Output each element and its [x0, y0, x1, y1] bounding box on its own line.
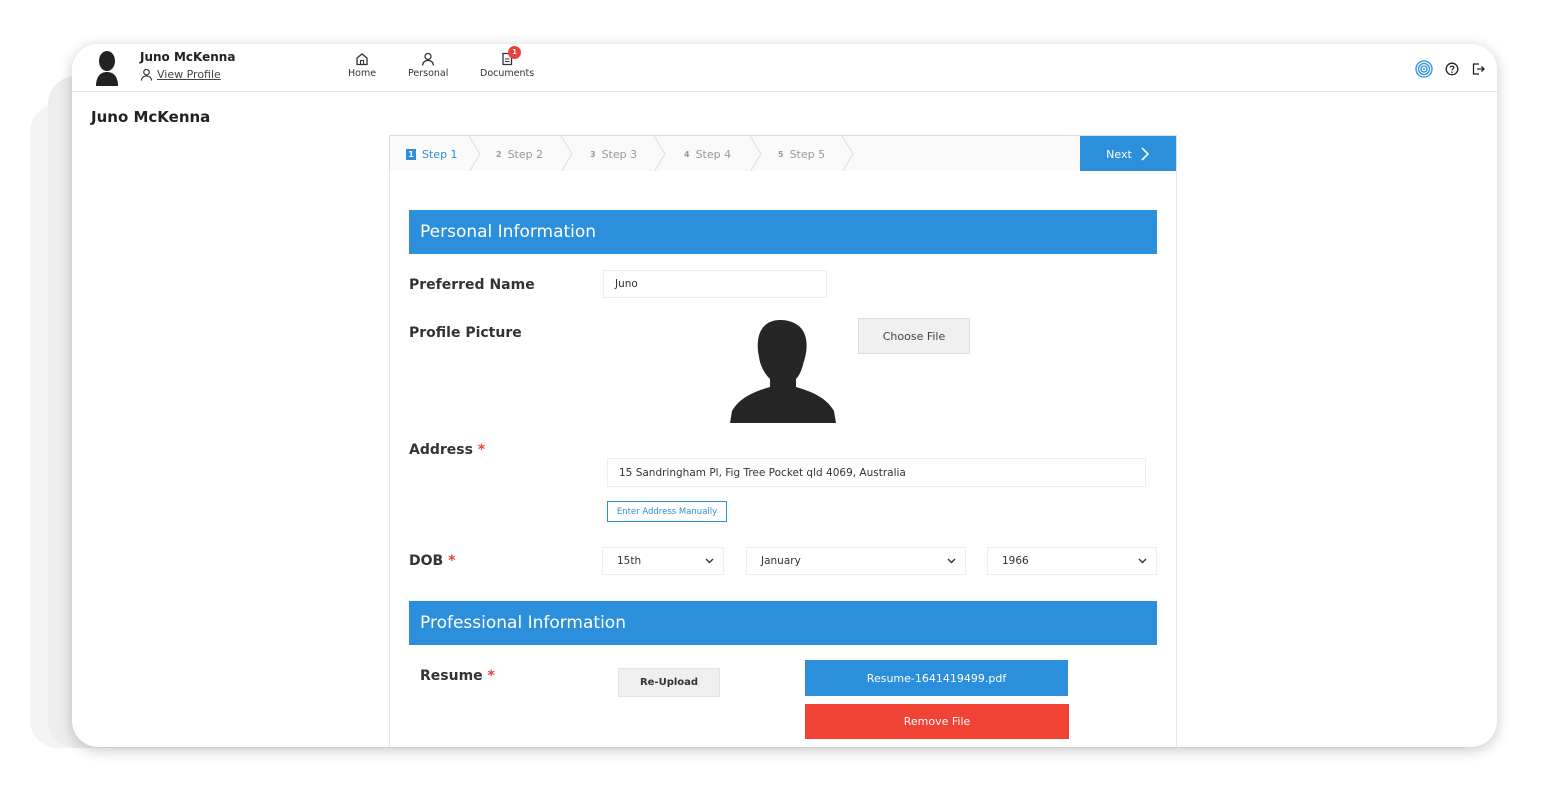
required-marker: *	[448, 553, 456, 569]
nav-home[interactable]: Home	[348, 52, 376, 79]
step-progress-bar: 1 Step 1 2 Step 2 3 Step 3 4 Step 4 5 St…	[389, 135, 1177, 173]
dob-year-value: 1966	[1002, 555, 1029, 567]
step-5-label: Step 5	[789, 147, 826, 161]
help-icon[interactable]	[1445, 62, 1459, 76]
top-right-icons	[1415, 60, 1485, 78]
fingerprint-icon[interactable]	[1415, 60, 1433, 78]
nav-documents-label: Documents	[480, 68, 535, 79]
app-window: Juno McKenna View Profile Home Personal	[72, 44, 1497, 747]
nav-home-label: Home	[348, 68, 377, 79]
top-navigation-bar: Juno McKenna View Profile Home Personal	[72, 44, 1497, 92]
user-outline-icon	[140, 68, 153, 81]
address-input[interactable]: 15 Sandringham Pl, Fig Tree Pocket qld 4…	[607, 458, 1146, 487]
user-avatar-icon[interactable]	[92, 50, 122, 86]
step-2-number: 2	[496, 149, 502, 159]
step-2-label: Step 2	[507, 147, 544, 161]
nav-personal-label: Personal	[408, 68, 449, 79]
profile-picture-label: Profile Picture	[409, 325, 522, 341]
step-separator-icon	[841, 136, 854, 172]
nav-personal[interactable]: Personal	[408, 52, 448, 79]
step-separator-icon	[468, 136, 481, 172]
address-label: Address *	[409, 442, 485, 458]
chevron-right-icon	[1141, 147, 1149, 161]
resume-file-button[interactable]: Resume-1641419499.pdf	[805, 660, 1068, 696]
step-4-label: Step 4	[695, 147, 732, 161]
page-title: Juno McKenna	[91, 108, 211, 126]
step-5-number: 5	[778, 149, 784, 159]
chevron-down-icon	[1138, 558, 1147, 564]
view-profile-label: View Profile	[157, 68, 221, 81]
next-button-label: Next	[1106, 147, 1132, 161]
enter-address-manually-button[interactable]: Enter Address Manually	[607, 501, 727, 522]
step-separator-icon	[749, 136, 762, 172]
resume-label-text: Resume	[420, 668, 483, 684]
dob-year-select[interactable]: 1966	[987, 547, 1157, 575]
step-3-number: 3	[590, 149, 596, 159]
step-1[interactable]: 1 Step 1	[406, 136, 458, 172]
nav-documents[interactable]: Documents 1	[480, 46, 535, 79]
chevron-down-icon	[947, 558, 956, 564]
choose-file-button[interactable]: Choose File	[858, 318, 970, 354]
step-4-number: 4	[684, 149, 690, 159]
step-4[interactable]: 4 Step 4	[684, 136, 731, 172]
step-3[interactable]: 3 Step 3	[590, 136, 637, 172]
required-marker: *	[487, 668, 495, 684]
documents-badge: 1	[508, 46, 521, 59]
dob-day-select[interactable]: 15th	[602, 547, 724, 575]
step-3-label: Step 3	[601, 147, 638, 161]
preferred-name-input[interactable]: Juno	[603, 270, 827, 298]
dob-month-value: January	[761, 555, 801, 567]
dob-day-value: 15th	[617, 555, 642, 567]
user-name: Juno McKenna	[140, 50, 236, 64]
user-icon	[422, 52, 435, 66]
next-button[interactable]: Next	[1080, 136, 1176, 172]
step-2[interactable]: 2 Step 2	[496, 136, 543, 172]
dob-label: DOB *	[409, 553, 455, 569]
view-profile-link[interactable]: View Profile	[140, 68, 221, 81]
address-label-text: Address	[409, 442, 473, 458]
step-separator-icon	[560, 136, 573, 172]
step-separator-icon	[653, 136, 666, 172]
dob-label-text: DOB	[409, 553, 444, 569]
step-5[interactable]: 5 Step 5	[778, 136, 825, 172]
professional-information-header: Professional Information	[409, 601, 1157, 645]
required-marker: *	[477, 442, 486, 458]
logout-icon[interactable]	[1471, 62, 1485, 76]
remove-file-button[interactable]: Remove File	[805, 704, 1069, 739]
home-icon	[356, 53, 368, 66]
re-upload-button[interactable]: Re-Upload	[618, 668, 720, 697]
preferred-name-label: Preferred Name	[409, 277, 535, 293]
form-panel: Personal Information Preferred Name Juno…	[389, 171, 1177, 747]
profile-picture-silhouette	[730, 319, 836, 423]
dob-month-select[interactable]: January	[746, 547, 966, 575]
step-1-number: 1	[406, 148, 416, 160]
resume-label: Resume *	[420, 668, 495, 684]
personal-information-header: Personal Information	[409, 210, 1157, 254]
step-1-label: Step 1	[422, 147, 458, 161]
chevron-down-icon	[705, 558, 714, 564]
